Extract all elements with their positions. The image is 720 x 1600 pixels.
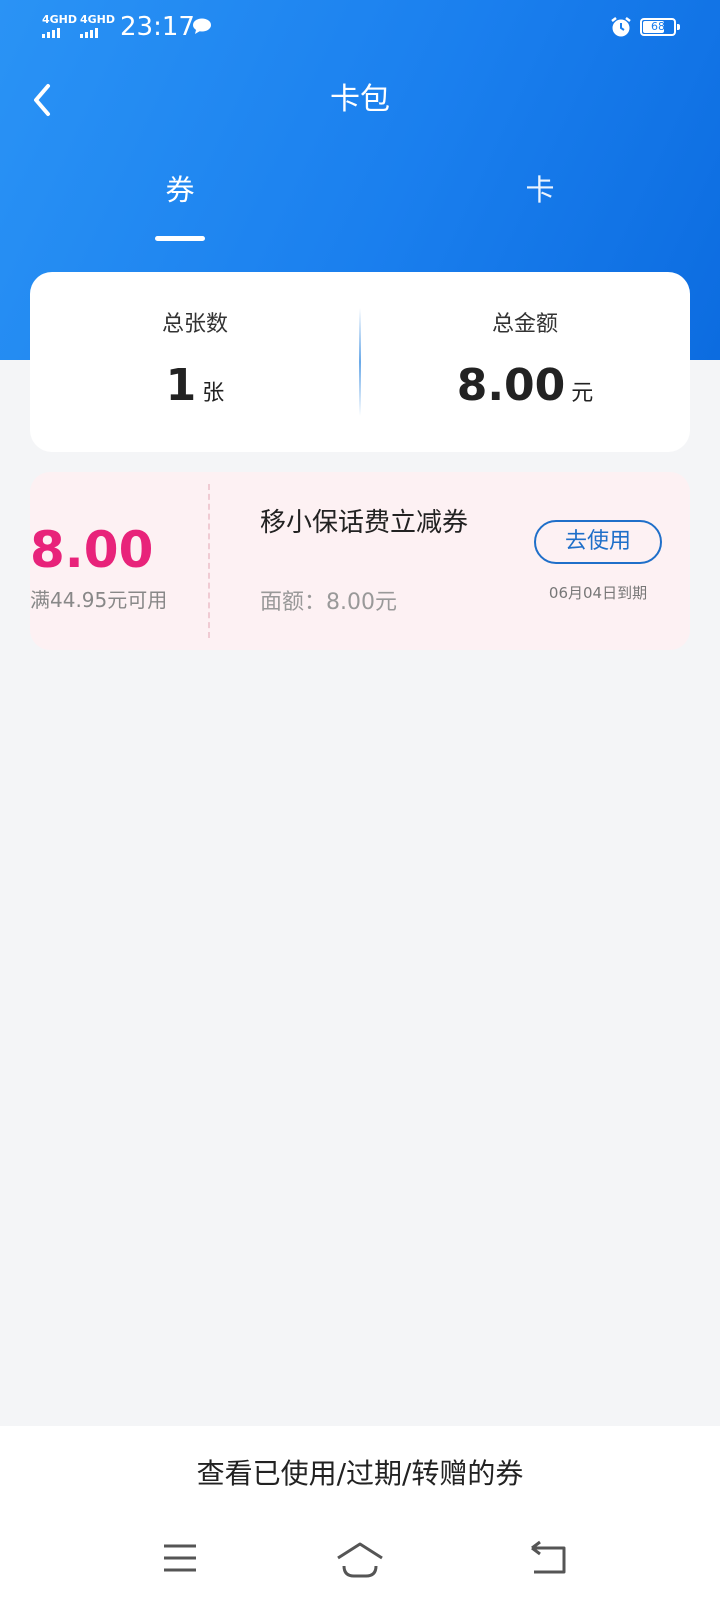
bottom-bar: 查看已使用/过期/转赠的券 (0, 1426, 720, 1600)
total-amount-unit: 元 (571, 381, 594, 406)
total-amount-label: 总金额 (491, 312, 558, 337)
message-icon (193, 18, 211, 34)
network-type-2: 4GHD (80, 13, 116, 26)
status-time: 23:17 (120, 12, 195, 42)
coupon-expiry: 06月04日到期 (548, 584, 648, 602)
network-indicator-1: 4GHD (42, 14, 77, 38)
summary-card: 总张数 1张 总金额 8.00 元 (30, 272, 690, 452)
coupon-amount: 8.00 (30, 521, 154, 579)
total-amount-value: 8.00 (456, 360, 566, 411)
coupon-card[interactable]: 8.00 满44.95元可用 移小保话费立减券 面额：8.00元 去使用 06月… (30, 472, 690, 650)
tab-cards[interactable]: 卡 (480, 168, 600, 212)
menu-icon[interactable] (150, 1536, 210, 1580)
total-count-unit: 张 (202, 381, 225, 406)
alarm-icon (611, 17, 631, 37)
coupon-condition: 满44.95元可用 (30, 588, 168, 612)
battery-level: 68 (651, 20, 665, 33)
page-title: 卡包 (330, 82, 390, 117)
total-amount-section: 总金额 8.00 元 (360, 272, 690, 452)
history-coupons-link[interactable]: 查看已使用/过期/转赠的券 (0, 1452, 720, 1492)
battery-icon: 68 (640, 18, 680, 36)
home-icon[interactable] (330, 1536, 390, 1580)
total-count-value-group: 1张 (30, 360, 360, 411)
active-tab-indicator (155, 236, 205, 241)
tab-coupons[interactable]: 券 (120, 168, 240, 212)
use-coupon-button[interactable]: 去使用 (534, 520, 662, 564)
nav-back-icon[interactable] (520, 1536, 580, 1580)
coupon-name: 移小保话费立减券 (260, 508, 469, 538)
coupon-separator (208, 484, 210, 638)
total-count-section: 总张数 1张 (30, 272, 360, 452)
total-amount-value-group: 8.00 元 (360, 360, 690, 411)
total-count-label: 总张数 (161, 312, 228, 337)
coupon-face-value: 面额：8.00元 (260, 590, 397, 615)
network-indicator-2: 4GHD (80, 14, 115, 38)
network-type-1: 4GHD (42, 13, 78, 26)
status-bar: 4GHD 4GHD 23:17 68 (0, 0, 720, 56)
total-count-value: 1 (165, 360, 197, 411)
